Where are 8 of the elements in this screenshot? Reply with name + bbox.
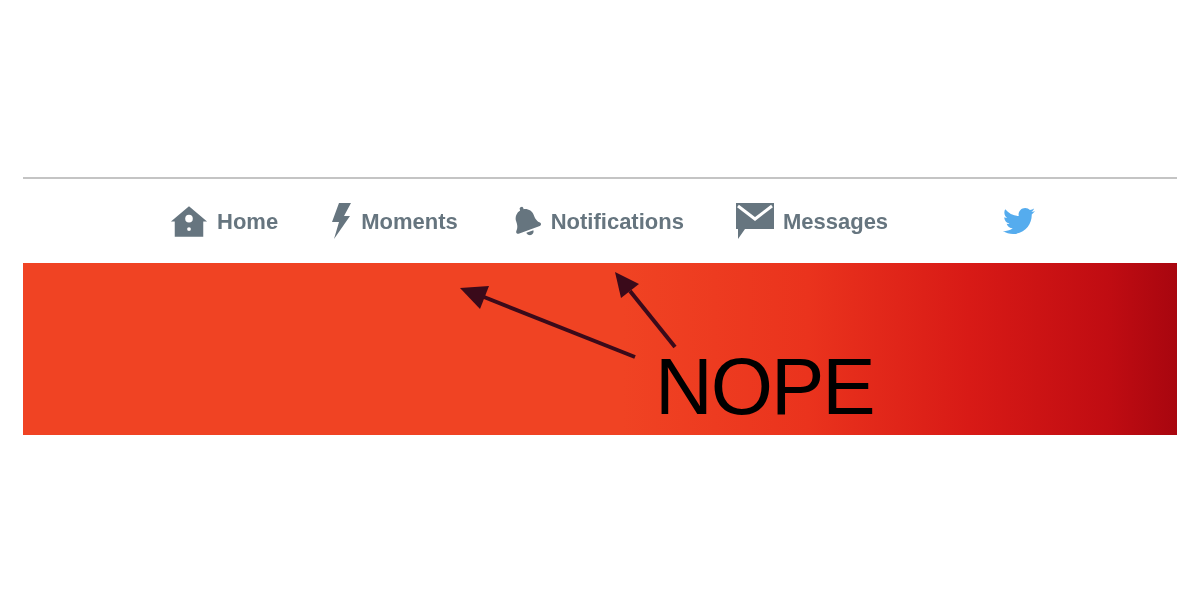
nav-link[interactable]: Messages [735, 203, 889, 239]
nav-link[interactable]: Notifications [509, 204, 684, 238]
annotation-text: NOPE [655, 347, 874, 427]
nav-link[interactable]: Moments [330, 203, 458, 239]
nav-link[interactable]: Home [170, 204, 279, 238]
lightning-bolt-icon [330, 203, 353, 239]
birdhouse-icon [170, 204, 208, 238]
envelope-icon [735, 203, 774, 239]
